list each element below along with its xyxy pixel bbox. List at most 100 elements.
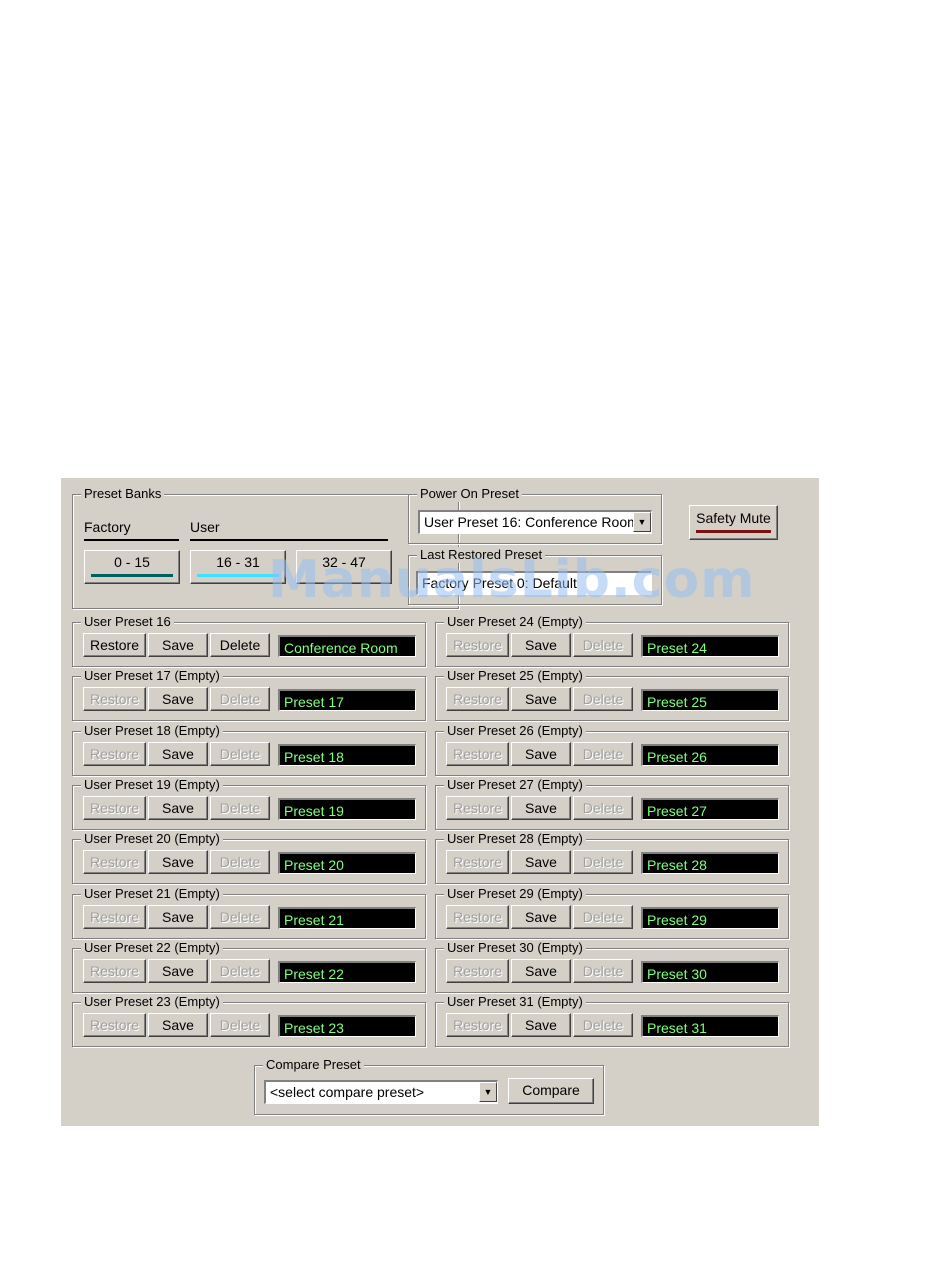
preset-title: User Preset 20 (Empty) xyxy=(81,831,223,848)
compare-preset-group: Compare Preset <select compare preset> ▼… xyxy=(254,1057,604,1115)
delete-button[interactable]: Delete xyxy=(573,633,633,657)
save-button[interactable]: Save xyxy=(511,741,571,766)
preset-group: User Preset 31 (Empty) Restore Save Delete P… xyxy=(435,994,789,1048)
save-button[interactable]: Save xyxy=(511,1013,571,1038)
preset-title: User Preset 21 (Empty) xyxy=(81,885,223,902)
save-button[interactable]: Save xyxy=(148,687,208,712)
save-button[interactable]: Save xyxy=(148,958,208,983)
save-button[interactable]: Save xyxy=(148,904,208,929)
preset-group: User Preset 29 (Empty) Restore Save Delete P… xyxy=(435,885,789,939)
power-on-preset-title: Power On Preset xyxy=(417,486,522,502)
preset-name-field[interactable]: Preset 19 xyxy=(278,797,416,820)
restore-button[interactable]: Restore xyxy=(446,795,509,820)
save-button[interactable]: Save xyxy=(511,687,571,712)
preset-name-field[interactable]: Preset 24 xyxy=(641,635,779,657)
preset-name-field[interactable]: Preset 18 xyxy=(278,743,416,766)
delete-button[interactable]: Delete xyxy=(210,687,270,712)
bank-button-label: 16 - 31 xyxy=(216,554,260,570)
bank-indicator-bar xyxy=(197,574,279,577)
delete-button[interactable]: Delete xyxy=(573,741,633,766)
restore-button[interactable]: Restore xyxy=(83,850,146,875)
delete-button[interactable]: Delete xyxy=(573,904,633,929)
restore-button[interactable]: Restore xyxy=(446,687,509,712)
preset-group: User Preset 25 (Empty) Restore Save Delete P… xyxy=(435,668,789,722)
restore-button[interactable]: Restore xyxy=(83,958,146,983)
preset-name-field[interactable]: Preset 26 xyxy=(641,743,779,766)
delete-button[interactable]: Delete xyxy=(573,795,633,820)
preset-title: User Preset 24 (Empty) xyxy=(444,614,586,630)
delete-button[interactable]: Delete xyxy=(210,633,270,657)
bank-indicator-bar xyxy=(91,574,173,577)
power-on-preset-select[interactable]: User Preset 16: Conference Room ▼ xyxy=(418,510,652,534)
power-on-preset-value: User Preset 16: Conference Room xyxy=(424,514,639,530)
compare-preset-select[interactable]: <select compare preset> ▼ xyxy=(264,1080,498,1104)
delete-button[interactable]: Delete xyxy=(210,904,270,929)
restore-button[interactable]: Restore xyxy=(446,633,509,657)
preset-name-field[interactable]: Preset 25 xyxy=(641,689,779,712)
preset-name-field[interactable]: Preset 28 xyxy=(641,852,779,875)
save-button[interactable]: Save xyxy=(511,958,571,983)
chevron-down-icon[interactable]: ▼ xyxy=(479,1082,497,1102)
save-button[interactable]: Save xyxy=(511,850,571,875)
preset-name-field[interactable]: Preset 30 xyxy=(641,960,779,983)
preset-name-field[interactable]: Preset 17 xyxy=(278,689,416,712)
restore-button[interactable]: Restore xyxy=(83,633,146,657)
restore-button[interactable]: Restore xyxy=(83,795,146,820)
preset-group: User Preset 26 (Empty) Restore Save Delete P… xyxy=(435,722,789,776)
preset-title: User Preset 22 (Empty) xyxy=(81,939,223,956)
preset-group: User Preset 23 (Empty) Restore Save Delete P… xyxy=(72,994,426,1048)
restore-button[interactable]: Restore xyxy=(83,1013,146,1038)
delete-button[interactable]: Delete xyxy=(210,795,270,820)
save-button[interactable]: Save xyxy=(511,904,571,929)
safety-mute-indicator xyxy=(696,530,771,533)
power-on-preset-group: Power On Preset User Preset 16: Conferen… xyxy=(408,486,662,544)
compare-button[interactable]: Compare xyxy=(508,1078,594,1104)
delete-button[interactable]: Delete xyxy=(210,958,270,983)
delete-button[interactable]: Delete xyxy=(573,687,633,712)
preset-name-field[interactable]: Preset 31 xyxy=(641,1015,779,1038)
preset-group: User Preset 19 (Empty) Restore Save Delete P… xyxy=(72,776,426,830)
delete-button[interactable]: Delete xyxy=(573,850,633,875)
restore-button[interactable]: Restore xyxy=(446,904,509,929)
preset-title: User Preset 19 (Empty) xyxy=(81,776,223,793)
preset-title: User Preset 28 (Empty) xyxy=(444,831,586,848)
preset-group: User Preset 21 (Empty) Restore Save Delete P… xyxy=(72,885,426,939)
preset-name-field[interactable]: Preset 21 xyxy=(278,906,416,929)
preset-name-field[interactable]: Preset 20 xyxy=(278,852,416,875)
restore-button[interactable]: Restore xyxy=(446,741,509,766)
preset-name-field[interactable]: Preset 22 xyxy=(278,960,416,983)
save-button[interactable]: Save xyxy=(511,795,571,820)
preset-group: User Preset 27 (Empty) Restore Save Delete P… xyxy=(435,776,789,830)
preset-group: User Preset 17 (Empty) Restore Save Delete P… xyxy=(72,668,426,722)
restore-button[interactable]: Restore xyxy=(446,1013,509,1038)
delete-button[interactable]: Delete xyxy=(573,958,633,983)
restore-button[interactable]: Restore xyxy=(446,958,509,983)
save-button[interactable]: Save xyxy=(148,741,208,766)
save-button[interactable]: Save xyxy=(148,633,208,657)
restore-button[interactable]: Restore xyxy=(83,687,146,712)
preset-name-field[interactable]: Conference Room xyxy=(278,635,416,657)
preset-name-field[interactable]: Preset 27 xyxy=(641,797,779,820)
safety-mute-button[interactable]: Safety Mute xyxy=(689,505,778,540)
chevron-down-icon[interactable]: ▼ xyxy=(633,512,651,532)
save-button[interactable]: Save xyxy=(148,795,208,820)
preset-group: User Preset 24 (Empty) Restore Save Delete P… xyxy=(435,614,789,667)
delete-button[interactable]: Delete xyxy=(573,1013,633,1038)
save-button[interactable]: Save xyxy=(148,850,208,875)
preset-group: User Preset 30 (Empty) Restore Save Delete P… xyxy=(435,939,789,993)
delete-button[interactable]: Delete xyxy=(210,741,270,766)
delete-button[interactable]: Delete xyxy=(210,850,270,875)
bank-button-0-15[interactable]: 0 - 15 xyxy=(84,550,180,584)
restore-button[interactable]: Restore xyxy=(83,904,146,929)
preset-name-field[interactable]: Preset 29 xyxy=(641,906,779,929)
save-button[interactable]: Save xyxy=(511,633,571,657)
restore-button[interactable]: Restore xyxy=(446,850,509,875)
delete-button[interactable]: Delete xyxy=(210,1013,270,1038)
preset-title: User Preset 29 (Empty) xyxy=(444,885,586,902)
restore-button[interactable]: Restore xyxy=(83,741,146,766)
compare-preset-placeholder: <select compare preset> xyxy=(270,1084,425,1100)
preset-name-field[interactable]: Preset 23 xyxy=(278,1015,416,1038)
preset-group: User Preset 28 (Empty) Restore Save Delete P… xyxy=(435,831,789,885)
save-button[interactable]: Save xyxy=(148,1013,208,1038)
preset-title: User Preset 23 (Empty) xyxy=(81,994,223,1011)
